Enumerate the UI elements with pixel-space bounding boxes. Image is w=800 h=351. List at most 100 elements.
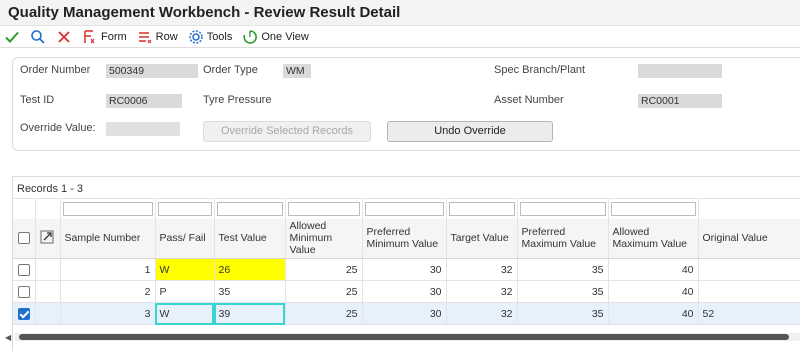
- filter-target-value-input[interactable]: [448, 201, 515, 216]
- preferred-max-cell: 35: [517, 302, 609, 325]
- results-grid: Records 1 - 3 Sample Number Pass/ Fail T…: [12, 176, 800, 351]
- test-value-cell[interactable]: 26: [214, 258, 286, 281]
- pass-fail-cell[interactable]: P: [155, 280, 215, 303]
- row-attachment-cell: [35, 280, 61, 303]
- one-view-icon: [243, 29, 258, 44]
- sample-number-cell: 2: [60, 280, 156, 303]
- checkmark-icon: [5, 31, 19, 43]
- tools-menu-label: Tools: [206, 30, 233, 43]
- column-header-allowed-max[interactable]: Allowed Maximum Value: [608, 218, 699, 259]
- row-icon: [138, 31, 152, 43]
- target-value-cell: 32: [446, 258, 518, 281]
- pass-fail-cell[interactable]: W: [155, 258, 215, 281]
- filter-pass-fail-input[interactable]: [157, 201, 212, 216]
- table-row[interactable]: 2 P 35 25 30 32 35 40: [13, 280, 800, 303]
- table-row[interactable]: 3 W 39 25 30 32 35 40 52: [13, 302, 800, 325]
- asset-number-label: Asset Number: [494, 94, 564, 106]
- row-checkbox[interactable]: [17, 263, 30, 276]
- filter-cell: [446, 198, 518, 219]
- test-value-cell[interactable]: 35: [214, 280, 286, 303]
- attachment-icon[interactable]: [40, 230, 54, 244]
- select-all-header: [13, 218, 36, 259]
- close-icon: [58, 30, 70, 43]
- override-value-field[interactable]: [106, 122, 180, 136]
- attachment-header: [35, 218, 61, 259]
- form-menu[interactable]: Form: [82, 29, 127, 45]
- row-checkbox[interactable]: [17, 285, 30, 298]
- row-select-cell: [13, 258, 36, 281]
- allowed-min-cell: 25: [285, 258, 363, 281]
- filter-sample-number-input[interactable]: [62, 201, 153, 216]
- form-icon: [84, 29, 95, 43]
- ok-button[interactable]: [4, 29, 20, 45]
- scroll-left-icon[interactable]: ◀: [5, 333, 11, 342]
- test-id-label: Test ID: [20, 94, 55, 106]
- form-menu-label: Form: [101, 30, 127, 43]
- one-view-menu[interactable]: One View: [242, 29, 309, 45]
- filter-preferred-max-input[interactable]: [519, 201, 606, 216]
- column-header-target-value[interactable]: Target Value: [446, 218, 518, 259]
- undo-override-button[interactable]: Undo Override: [387, 121, 553, 142]
- filter-cell: [35, 198, 61, 219]
- gear-icon: [188, 29, 203, 44]
- header-form: Order Number 500349 Order Type WM Spec B…: [12, 57, 800, 151]
- table-row[interactable]: 1 W 26 25 30 32 35 40: [13, 258, 800, 281]
- row-attachment-cell: [35, 258, 61, 281]
- row-checkbox[interactable]: [17, 307, 30, 320]
- column-header-allowed-min[interactable]: Allowed Minimum Value: [285, 218, 363, 259]
- column-header-pass-fail[interactable]: Pass/ Fail: [155, 218, 215, 259]
- filter-allowed-max-input[interactable]: [610, 201, 696, 216]
- filter-row: [13, 198, 800, 219]
- original-value-cell: [698, 258, 800, 281]
- allowed-max-cell: 40: [608, 280, 699, 303]
- filter-cell: [698, 198, 800, 219]
- scrollbar-thumb[interactable]: [19, 334, 789, 340]
- select-all-checkbox[interactable]: [17, 232, 30, 245]
- preferred-min-cell: 30: [362, 302, 447, 325]
- results-table: Sample Number Pass/ Fail Test Value Allo…: [13, 198, 800, 325]
- column-header-original-value[interactable]: Original Value: [698, 218, 800, 259]
- filter-preferred-min-input[interactable]: [364, 201, 444, 216]
- pass-fail-cell[interactable]: W: [155, 302, 215, 325]
- toolbar: Form Row Tools One View: [0, 26, 800, 48]
- filter-cell: [517, 198, 609, 219]
- row-menu[interactable]: Row: [137, 29, 178, 45]
- spec-branch-label: Spec Branch/Plant: [494, 64, 586, 76]
- sample-number-cell: 1: [60, 258, 156, 281]
- test-description: Tyre Pressure: [203, 94, 272, 106]
- filter-cell: [13, 198, 36, 219]
- original-value-cell: 52: [698, 302, 800, 325]
- preferred-max-cell: 35: [517, 280, 609, 303]
- filter-allowed-min-input[interactable]: [287, 201, 360, 216]
- filter-cell: [362, 198, 447, 219]
- window-title: Quality Management Workbench - Review Re…: [8, 4, 401, 21]
- filter-cell: [60, 198, 156, 219]
- test-value-cell[interactable]: 39: [214, 302, 286, 325]
- row-select-cell: [13, 302, 36, 325]
- allowed-min-cell: 25: [285, 280, 363, 303]
- search-icon: [31, 29, 45, 44]
- sample-number-cell: 3: [60, 302, 156, 325]
- cancel-button[interactable]: [56, 29, 72, 45]
- allowed-max-cell: 40: [608, 302, 699, 325]
- test-id-field: RC0006: [106, 94, 182, 108]
- filter-test-value-input[interactable]: [216, 201, 283, 216]
- override-value-label: Override Value:: [20, 122, 96, 134]
- records-count: Records 1 - 3: [17, 183, 84, 195]
- column-header-preferred-max[interactable]: Preferred Maximum Value: [517, 218, 609, 259]
- target-value-cell: 32: [446, 280, 518, 303]
- tools-menu[interactable]: Tools: [188, 29, 233, 45]
- override-selected-button[interactable]: Override Selected Records: [203, 121, 371, 142]
- column-header-test-value[interactable]: Test Value: [214, 218, 286, 259]
- column-header-sample-number[interactable]: Sample Number: [60, 218, 156, 259]
- header-row: Sample Number Pass/ Fail Test Value Allo…: [13, 218, 800, 259]
- asset-number-field: RC0001: [638, 94, 722, 108]
- horizontal-scrollbar[interactable]: ◀: [5, 333, 800, 342]
- order-type-field: WM: [283, 64, 311, 78]
- title-bar: Quality Management Workbench - Review Re…: [0, 0, 800, 26]
- find-button[interactable]: [30, 29, 46, 45]
- row-attachment-cell: [35, 302, 61, 325]
- column-header-preferred-min[interactable]: Preferred Minimum Value: [362, 218, 447, 259]
- order-number-label: Order Number: [20, 64, 91, 76]
- allowed-min-cell: 25: [285, 302, 363, 325]
